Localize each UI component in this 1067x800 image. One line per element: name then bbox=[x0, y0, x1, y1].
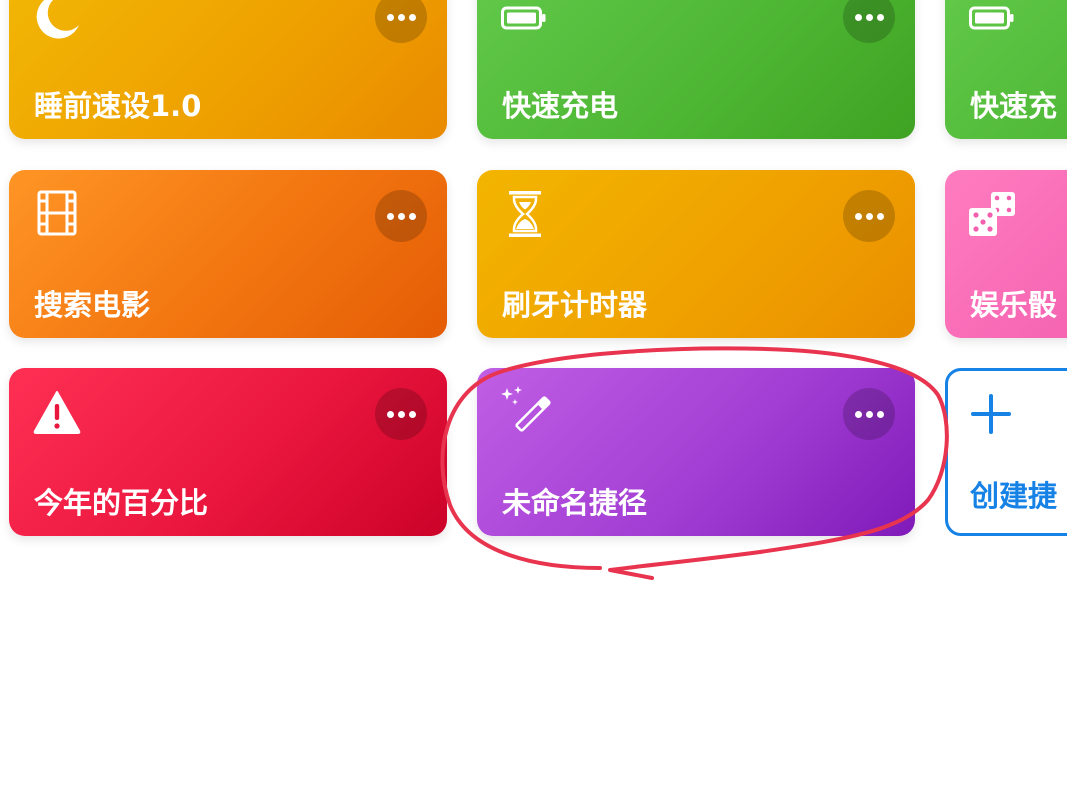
shortcut-label: 刷牙计时器 bbox=[502, 288, 648, 322]
shortcut-card-year-percent[interactable]: 今年的百分比 bbox=[9, 368, 447, 536]
more-button[interactable] bbox=[375, 0, 427, 43]
shortcut-card-untitled[interactable]: 未命名捷径 bbox=[477, 368, 915, 536]
shortcut-card-toothbrush-timer[interactable]: 刷牙计时器 bbox=[477, 170, 915, 338]
more-button[interactable] bbox=[375, 388, 427, 440]
shortcut-card-dice[interactable]: 娱乐骰 bbox=[945, 170, 1067, 338]
shortcut-label: 未命名捷径 bbox=[502, 486, 648, 520]
create-shortcut-label: 创建捷 bbox=[970, 479, 1058, 513]
shortcut-label: 睡前速设1.0 bbox=[34, 89, 202, 123]
dice-icon bbox=[967, 190, 1017, 240]
more-button[interactable] bbox=[843, 0, 895, 43]
shortcut-card-fast-charge-2[interactable]: 快速充 bbox=[945, 0, 1067, 139]
shortcut-label: 娱乐骰 bbox=[970, 288, 1058, 322]
create-shortcut-card[interactable]: 创建捷 bbox=[945, 368, 1067, 536]
shortcut-card-sleep-setup[interactable]: 睡前速设1.0 bbox=[9, 0, 447, 139]
shortcut-label: 快速充 bbox=[970, 89, 1058, 123]
more-button[interactable] bbox=[375, 190, 427, 242]
shortcut-label: 搜索电影 bbox=[34, 288, 151, 322]
shortcut-label: 今年的百分比 bbox=[34, 486, 209, 520]
magic-wand-icon bbox=[501, 386, 551, 438]
more-button[interactable] bbox=[843, 190, 895, 242]
battery-icon bbox=[501, 5, 547, 31]
hourglass-icon bbox=[507, 190, 543, 238]
plus-icon bbox=[970, 393, 1012, 435]
shortcut-card-fast-charge[interactable]: 快速充电 bbox=[477, 0, 915, 139]
film-icon bbox=[37, 190, 77, 236]
battery-icon bbox=[969, 5, 1015, 31]
warning-icon bbox=[33, 390, 81, 434]
moon-icon bbox=[33, 0, 83, 41]
shortcut-label: 快速充电 bbox=[502, 89, 619, 123]
more-button[interactable] bbox=[843, 388, 895, 440]
shortcuts-gallery: 睡前速设1.0 快速充电 快速充 搜索电影 刷牙计时器 娱乐骰 今年的百分比 未… bbox=[0, 0, 1067, 800]
shortcut-card-search-movie[interactable]: 搜索电影 bbox=[9, 170, 447, 338]
